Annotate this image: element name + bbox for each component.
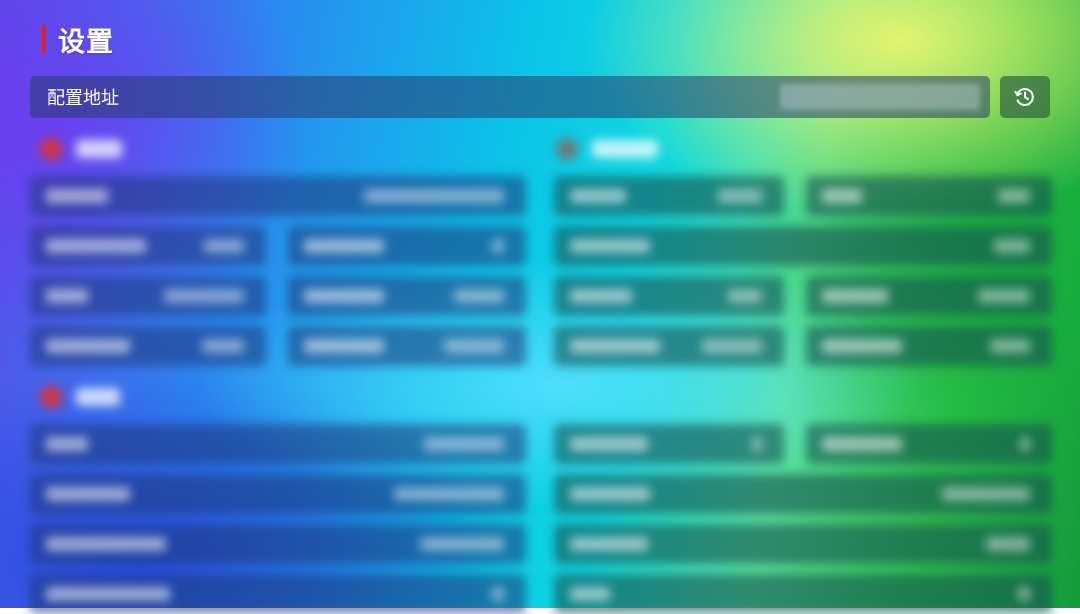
setting-row[interactable] xyxy=(806,326,1052,366)
history-icon xyxy=(1014,88,1034,106)
section-header-2 xyxy=(556,134,658,164)
setting-row[interactable] xyxy=(30,574,526,614)
section-header-3 xyxy=(40,382,120,412)
setting-row[interactable] xyxy=(554,176,784,216)
settings-panels-blurred xyxy=(0,120,1080,614)
setting-row[interactable] xyxy=(554,326,784,366)
setting-row[interactable] xyxy=(806,176,1052,216)
section-icon-3 xyxy=(40,386,62,408)
setting-row[interactable] xyxy=(554,424,784,464)
title-accent-bar xyxy=(42,25,46,53)
setting-row[interactable] xyxy=(30,474,526,514)
page-title: 设置 xyxy=(58,26,114,58)
setting-row[interactable] xyxy=(30,176,526,216)
config-address-label: 配置地址 xyxy=(47,88,119,109)
setting-row[interactable] xyxy=(554,474,1052,514)
setting-row[interactable] xyxy=(30,226,266,266)
section-icon-1 xyxy=(40,138,62,160)
setting-row[interactable] xyxy=(288,226,526,266)
setting-row[interactable] xyxy=(288,326,526,366)
setting-row[interactable] xyxy=(554,574,1052,614)
page-header: 设置 xyxy=(42,22,114,58)
setting-row[interactable] xyxy=(554,524,1052,564)
setting-row[interactable] xyxy=(30,524,526,564)
setting-row[interactable] xyxy=(30,424,526,464)
setting-row[interactable] xyxy=(806,276,1052,316)
setting-row[interactable] xyxy=(288,276,526,316)
setting-row[interactable] xyxy=(30,326,266,366)
section-icon-2 xyxy=(556,138,578,160)
setting-row[interactable] xyxy=(806,424,1052,464)
config-address-value xyxy=(780,84,980,110)
history-button[interactable] xyxy=(1000,76,1050,118)
setting-row[interactable] xyxy=(554,226,1052,266)
setting-row[interactable] xyxy=(30,276,266,316)
setting-row[interactable] xyxy=(554,276,784,316)
section-header-1 xyxy=(40,134,122,164)
config-address-field[interactable]: 配置地址 xyxy=(30,76,990,118)
